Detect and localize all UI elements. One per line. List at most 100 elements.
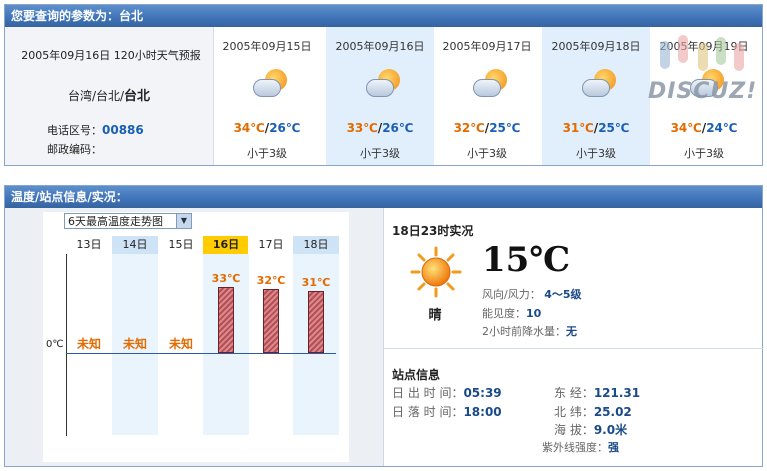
sunset-value: 18:00 [463,405,502,419]
day-temp: 31℃/25℃ [542,121,650,135]
forecast-title: 2005年09月16日 120小时天气预报 [21,49,201,62]
divider [384,348,763,349]
day-date: 2005年09月15日 [222,40,312,53]
day-temp: 34℃/26℃ [213,121,321,135]
chart-value-label: 32℃ [256,274,286,287]
forecast-panel: 您要查询的参数为：台北 2005年09月16日 120小时天气预报 台湾/台北/… [4,4,763,166]
day-low: 25℃ [598,121,630,135]
chart-bar [218,287,234,353]
chart-type-value: 6天最高温度走势图 [68,215,163,228]
chart-type-select[interactable]: 6天最高温度走势图 ▼ [64,213,192,229]
wind-row: 风向/风力： 4～5级 [482,286,582,302]
chart-category-label: 15日 [158,236,204,254]
chart-category-label: 16日 [203,236,249,254]
day-forecast: 2005年09月16日 33℃/26℃ 小于3级 [326,27,434,165]
chart-unknown-label: 未知 [168,337,193,351]
day-date: 2005年09月17日 [442,40,532,53]
day-temp: 32℃/25℃ [433,121,541,135]
uv-value: 强 [608,441,619,454]
partly-cloudy-icon [366,69,400,99]
location-city: 台北 [124,89,151,104]
chart-category-label: 17日 [248,236,294,254]
chart-unknown-label: 未知 [122,337,147,351]
query-header: 您要查询的参数为：台北 [5,5,762,27]
chart-value-label: 31℃ [301,276,331,289]
day-temp: 34℃/24℃ [650,121,758,135]
sunrise-value: 05:39 [463,386,502,400]
day-wind: 小于3级 [247,147,287,160]
day-temp: 33℃/26℃ [326,121,434,135]
precip-label: 2小时前降水量： [482,325,566,338]
day-forecast: 2005年09月15日 34℃/26℃ 小于3级 [213,27,321,165]
day-low: 24℃ [706,121,738,135]
day-forecast: 2005年09月19日 34℃/24℃ 小于3级 [650,27,758,165]
area-code-label: 电话区号： [47,124,102,137]
day-high: 34℃ [670,121,702,135]
longitude-row: 东 经：121.31 [554,384,640,401]
partly-cloudy-icon [253,69,287,99]
day-forecast: 2005年09月17日 32℃/25℃ 小于3级 [433,27,541,165]
day-low: 26℃ [382,121,414,135]
sunrise-label: 日 出 时 间： [392,386,464,400]
altitude-value: 9.0米 [593,423,628,437]
chart-category-label: 13日 [66,236,112,254]
day-wind: 小于3级 [467,147,507,160]
altitude-label: 海 拔： [554,423,594,437]
station-title: 站点信息 [392,368,441,382]
chevron-down-icon[interactable]: ▼ [176,214,191,228]
partly-cloudy-icon [582,69,616,99]
day-date: 2005年09月18日 [551,40,641,53]
wind-label: 风向/风力： [482,288,541,301]
day-high: 33℃ [346,121,378,135]
chart-category-label: 14日 [112,236,158,254]
latitude-row: 北 纬：25.02 [554,403,632,420]
precip-value: 无 [566,325,577,338]
sunrise-row: 日 出 时 间：05:39 [392,384,502,401]
latitude-value: 25.02 [593,405,632,419]
partly-cloudy-icon [473,69,507,99]
day-wind: 小于3级 [360,147,400,160]
live-condition: 晴 [428,308,442,323]
wind-value: 4～5级 [544,288,582,301]
precip-row: 2小时前降水量：无 [482,323,577,339]
uv-label: 紫外线强度： [542,441,608,454]
chart-bar [263,289,279,353]
postal-code-label: 邮政编码： [47,143,102,156]
chart-bar [308,291,324,353]
chart-value-label: 33℃ [211,272,241,285]
section-header: 温度/站点信息/实况： [5,186,762,208]
chart-x-axis [66,353,336,354]
chart-unknown-label: 未知 [76,337,101,351]
visibility-label: 能见度： [482,307,526,320]
day-low: 26℃ [269,121,301,135]
day-date: 2005年09月19日 [659,40,749,53]
day-high: 34℃ [233,121,265,135]
live-panel: 18日23时实况 晴 15℃ 风向/风力： 4～5级 能见度：10 2小时前降水… [383,208,763,466]
chart-zero-label: 0℃ [46,339,64,350]
day-wind: 小于3级 [684,147,724,160]
day-high: 32℃ [453,121,485,135]
partly-cloudy-icon [690,69,724,99]
live-title: 18日23时实况 [392,224,474,238]
location-info: 2005年09月16日 120小时天气预报 台湾/台北/台北 电话区号：0088… [5,27,214,165]
day-forecast: 2005年09月18日 31℃/25℃ 小于3级 [542,27,650,165]
visibility-value: 10 [526,307,542,320]
day-wind: 小于3级 [576,147,616,160]
longitude-label: 东 经： [554,386,594,400]
area-code-value: 00886 [102,123,144,137]
location-prefix: 台湾/台北/ [67,89,125,103]
location-path: 台湾/台北/台北 [5,85,213,104]
visibility-row: 能见度：10 [482,305,541,321]
chart-y-axis [66,254,67,436]
day-high: 31℃ [562,121,594,135]
area-code-row: 电话区号：00886 [47,122,144,138]
sunset-row: 日 落 时 间：18:00 [392,403,502,420]
sunset-label: 日 落 时 间： [392,405,464,419]
latitude-label: 北 纬： [554,405,594,419]
day-date: 2005年09月16日 [335,40,425,53]
longitude-value: 121.31 [593,386,641,400]
live-temperature: 15℃ [482,240,571,280]
altitude-row: 海 拔：9.0米 [554,421,627,438]
chart-category-label: 18日 [293,236,339,254]
sun-icon [410,246,462,298]
